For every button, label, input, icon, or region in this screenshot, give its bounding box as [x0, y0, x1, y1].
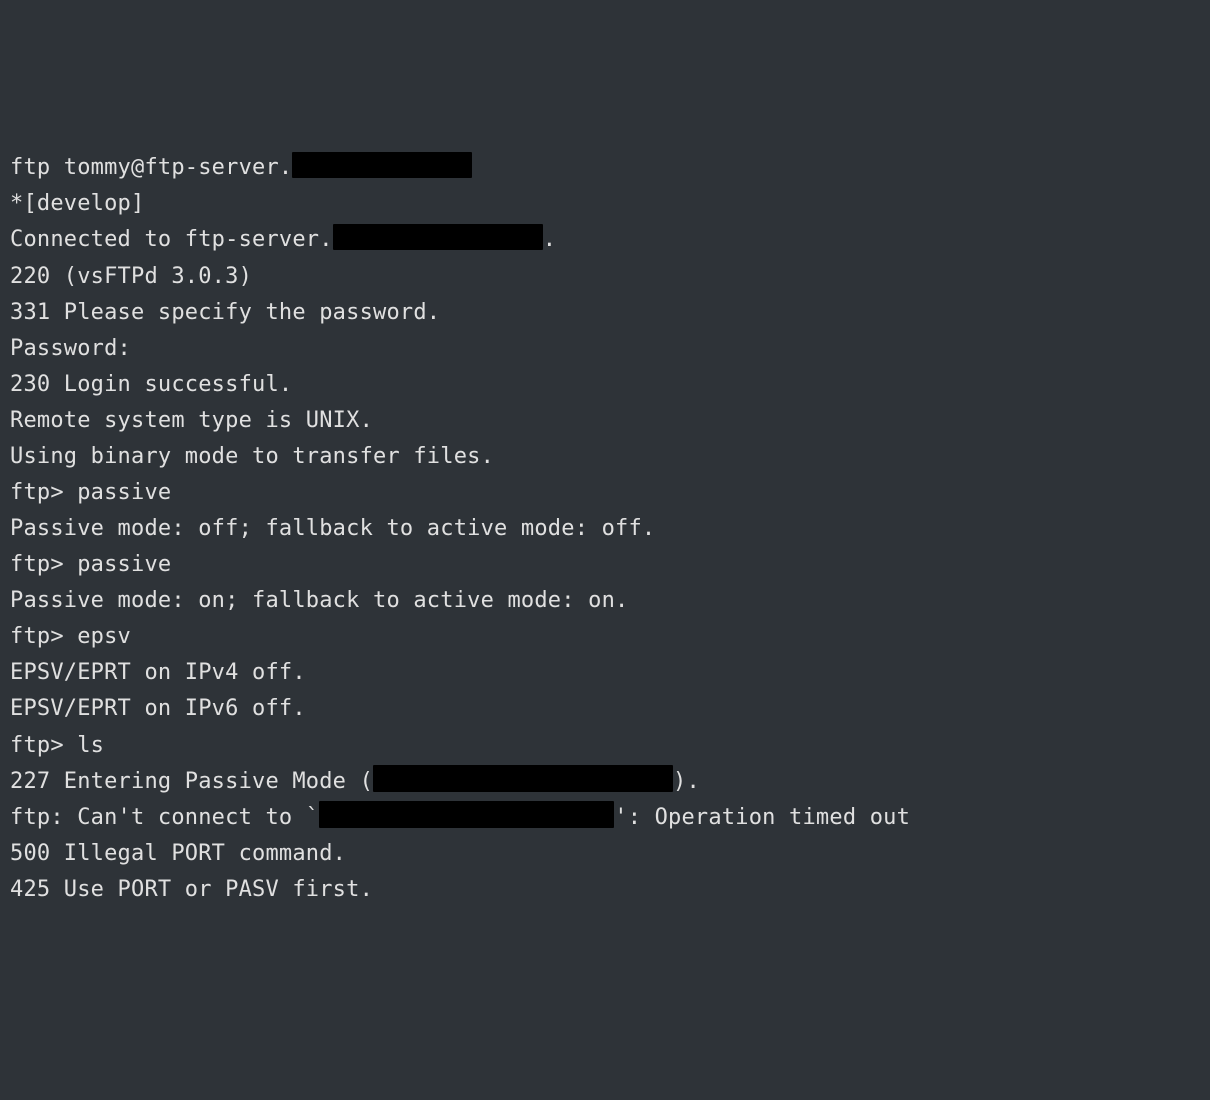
line-connected: Connected to ftp-server.. — [10, 222, 1200, 258]
line-binary-mode: Using binary mode to transfer files. — [10, 439, 1200, 475]
line-password-prompt: Password: — [10, 331, 1200, 367]
line-230: 230 Login successful. — [10, 367, 1200, 403]
terminal-output[interactable]: ftp tommy@ftp-server.*[develop]Connected… — [10, 150, 1200, 908]
line-epsv-ipv6: EPSV/EPRT on IPv6 off. — [10, 691, 1200, 727]
line-command-ftp: ftp tommy@ftp-server. — [10, 150, 1200, 186]
line-cmd-ls: ftp> ls — [10, 728, 1200, 764]
line-cmd-passive-1: ftp> passive — [10, 475, 1200, 511]
redacted-pasv-tuple — [373, 765, 673, 791]
line-passive-off: Passive mode: off; fallback to active mo… — [10, 511, 1200, 547]
line-system-type: Remote system type is UNIX. — [10, 403, 1200, 439]
line-cmd-epsv: ftp> epsv — [10, 619, 1200, 655]
line-passive-on: Passive mode: on; fallback to active mod… — [10, 583, 1200, 619]
line-331: 331 Please specify the password. — [10, 295, 1200, 331]
line-425: 425 Use PORT or PASV first. — [10, 872, 1200, 908]
redacted-hostname — [292, 152, 472, 178]
line-epsv-ipv4: EPSV/EPRT on IPv4 off. — [10, 655, 1200, 691]
line-connect-timeout: ftp: Can't connect to `': Operation time… — [10, 800, 1200, 836]
line-banner: 220 (vsFTPd 3.0.3) — [10, 259, 1200, 295]
line-227: 227 Entering Passive Mode (). — [10, 764, 1200, 800]
redacted-hostname — [333, 224, 543, 250]
line-500: 500 Illegal PORT command. — [10, 836, 1200, 872]
line-cmd-passive-2: ftp> passive — [10, 547, 1200, 583]
redacted-address — [319, 801, 614, 827]
line-branch: *[develop] — [10, 186, 1200, 222]
